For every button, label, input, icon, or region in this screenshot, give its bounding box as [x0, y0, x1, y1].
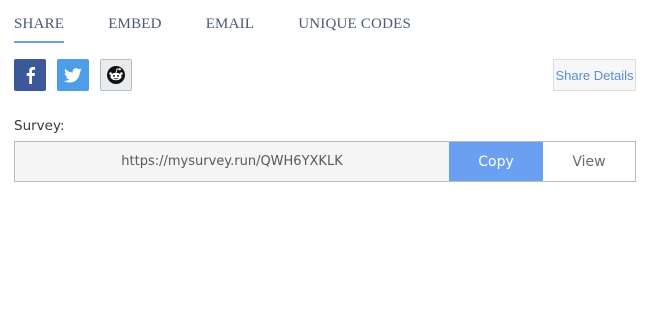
survey-url-field[interactable]: https://mysurvey.run/QWH6YXKLK	[15, 142, 449, 181]
survey-label: Survey:	[14, 118, 65, 134]
reddit-icon	[107, 66, 125, 84]
tab-unique-codes[interactable]: UNIQUE CODES	[298, 0, 411, 46]
twitter-share-button[interactable]	[57, 59, 89, 91]
survey-link-bar: https://mysurvey.run/QWH6YXKLK Copy View	[14, 141, 636, 182]
facebook-share-button[interactable]	[14, 59, 46, 91]
facebook-icon	[26, 67, 36, 84]
tab-embed[interactable]: EMBED	[108, 0, 162, 46]
social-share-buttons	[14, 59, 143, 91]
tab-email[interactable]: EMAIL	[206, 0, 255, 46]
tab-share[interactable]: SHARE	[14, 0, 65, 46]
view-button[interactable]: View	[543, 142, 635, 181]
share-tabs: SHARE EMBED EMAIL UNIQUE CODES	[14, 0, 455, 48]
reddit-share-button[interactable]	[100, 59, 132, 91]
share-details-button[interactable]: Share Details	[553, 59, 636, 91]
twitter-icon	[64, 67, 82, 82]
copy-button[interactable]: Copy	[449, 142, 543, 181]
